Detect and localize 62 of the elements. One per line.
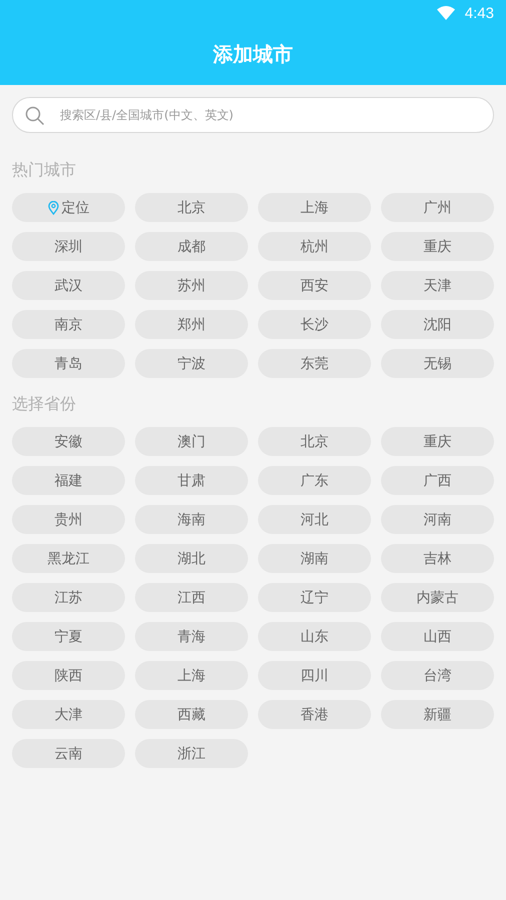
city-button[interactable]: 吉林 [381,544,494,573]
city-button[interactable]: 武汉 [12,271,125,300]
city-button[interactable]: 福建 [12,466,125,495]
city-button[interactable]: 四川 [258,661,371,690]
city-button[interactable]: 山西 [381,622,494,651]
city-button[interactable]: 海南 [135,505,248,534]
city-button[interactable]: 青岛 [12,349,125,378]
city-button[interactable]: 西安 [258,271,371,300]
city-button[interactable]: 江西 [135,583,248,612]
city-button[interactable]: 天津 [381,271,494,300]
status-time: 4:43 [464,4,494,22]
city-button[interactable]: 杭州 [258,232,371,261]
city-button[interactable]: 宁夏 [12,622,125,651]
city-button[interactable]: 湖南 [258,544,371,573]
city-button[interactable]: 广州 [381,193,494,222]
city-button[interactable]: 广东 [258,466,371,495]
city-button[interactable]: 深圳 [12,232,125,261]
city-button[interactable]: 广西 [381,466,494,495]
city-button[interactable]: 贵州 [12,505,125,534]
city-button[interactable]: 江苏 [12,583,125,612]
city-button[interactable]: 黑龙江 [12,544,125,573]
city-button[interactable]: 河南 [381,505,494,534]
page-title: 添加城市 [212,41,294,68]
city-button[interactable]: 云南 [12,739,125,768]
city-button[interactable]: 山东 [258,622,371,651]
city-button[interactable]: 内蒙古 [381,583,494,612]
city-button[interactable]: 香港 [258,700,371,729]
city-button[interactable]: 重庆 [381,427,494,456]
section-title: 选择省份 [12,393,77,415]
city-button[interactable]: 浙江 [135,739,248,768]
city-button[interactable]: 西藏 [135,700,248,729]
city-button[interactable]: 成都 [135,232,248,261]
location-pin-icon [48,200,58,214]
search-field[interactable]: 搜索区/县/全国城市(中文、英文) [12,97,494,133]
city-button[interactable]: 北京 [135,193,248,222]
search-icon [25,106,45,126]
city-button[interactable]: 郑州 [135,310,248,339]
city-button[interactable]: 东莞 [258,349,371,378]
section-title: 热门城市 [12,159,77,181]
city-button[interactable]: 大津 [12,700,125,729]
city-button[interactable]: 北京 [258,427,371,456]
city-button[interactable]: 长沙 [258,310,371,339]
city-button[interactable]: 无锡 [381,349,494,378]
wifi-icon [436,6,455,20]
city-button[interactable]: 南京 [12,310,125,339]
city-button[interactable]: 辽宁 [258,583,371,612]
city-button[interactable]: 河北 [258,505,371,534]
city-button[interactable]: 重庆 [381,232,494,261]
city-button[interactable]: 湖北 [135,544,248,573]
city-button[interactable]: 苏州 [135,271,248,300]
city-button[interactable]: 沈阳 [381,310,494,339]
city-button[interactable]: 台湾 [381,661,494,690]
city-button[interactable]: 澳门 [135,427,248,456]
city-button[interactable]: 新疆 [381,700,494,729]
city-button[interactable]: 上海 [258,193,371,222]
locate-button[interactable]: 定位 [12,193,125,222]
city-button[interactable]: 青海 [135,622,248,651]
city-button[interactable]: 安徽 [12,427,125,456]
city-button[interactable]: 甘肃 [135,466,248,495]
city-button[interactable]: 陕西 [12,661,125,690]
city-button[interactable]: 宁波 [135,349,248,378]
city-button[interactable]: 上海 [135,661,248,690]
